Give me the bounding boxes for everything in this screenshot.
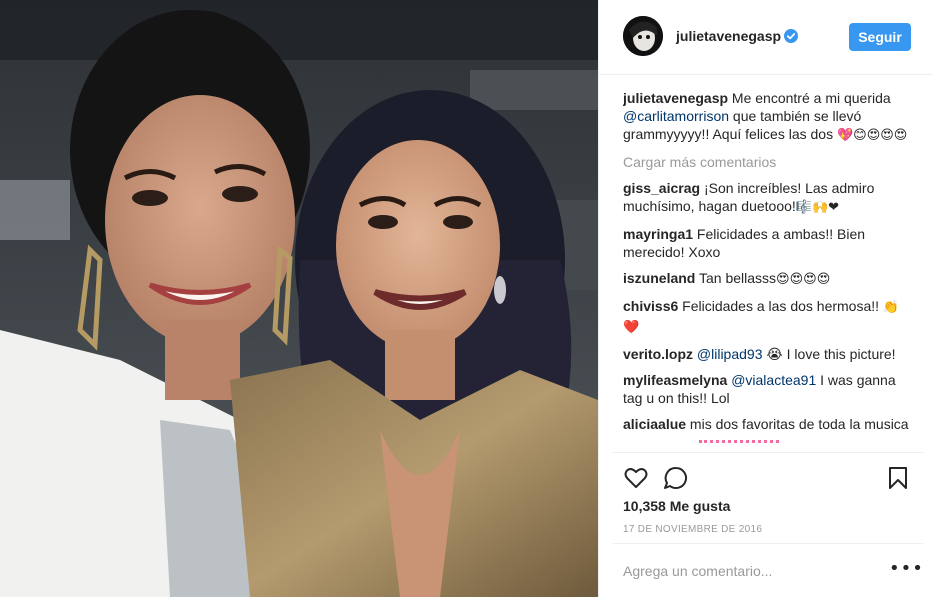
caption-emoji: 💖😊😍😍😍 bbox=[836, 128, 908, 143]
caption-username[interactable]: julietavenegasp bbox=[623, 90, 728, 106]
comment-input[interactable] bbox=[623, 560, 873, 582]
post-photo[interactable] bbox=[0, 0, 598, 597]
comment-username[interactable]: iszuneland bbox=[623, 270, 695, 286]
comment-mention[interactable]: @lilipad93 bbox=[697, 346, 763, 362]
comment-username[interactable]: aliciaalue bbox=[623, 416, 686, 432]
avatar[interactable] bbox=[623, 16, 663, 56]
comment-username[interactable]: chiviss6 bbox=[623, 298, 678, 314]
comment: giss_aicrag ¡Son increíbles! Las admiro … bbox=[623, 179, 913, 217]
comment: iszuneland Tan bellasss😍😍😍😍 bbox=[623, 269, 913, 289]
comment-username[interactable]: mayringa1 bbox=[623, 226, 693, 242]
comment-text: Tan bellasss bbox=[695, 270, 777, 286]
follow-button[interactable]: Seguir bbox=[849, 23, 911, 51]
comment: chiviss6 Felicidades a las dos hermosa!!… bbox=[623, 297, 913, 337]
photo-illustration bbox=[0, 0, 598, 597]
comment-username[interactable]: giss_aicrag bbox=[623, 180, 700, 196]
comment-username[interactable]: mylifeasmelyna bbox=[623, 372, 727, 388]
post-header: julietavenegasp Seguir bbox=[599, 0, 933, 75]
likes-count[interactable]: 10,358 Me gusta bbox=[623, 498, 730, 514]
caption: julietavenegasp Me encontré a mi querida… bbox=[623, 89, 913, 145]
instagram-post: julietavenegasp Seguir julietavenegasp M… bbox=[0, 0, 933, 597]
action-bar bbox=[613, 452, 923, 502]
avatar-image bbox=[623, 16, 663, 56]
heart-icon[interactable] bbox=[623, 465, 649, 491]
comment-emoji: 🎼🙌❤ bbox=[795, 200, 840, 215]
comment: verito.lopz @lilipad93 😭 I love this pic… bbox=[623, 345, 913, 363]
add-comment-bar: ••• bbox=[613, 543, 923, 597]
comment-text: Felicidades a las dos hermosa!! bbox=[678, 298, 883, 314]
caption-text-1: Me encontré a mi querida bbox=[728, 90, 891, 106]
comments-list: julietavenegasp Me encontré a mi querida… bbox=[623, 89, 913, 444]
bookmark-icon[interactable] bbox=[885, 465, 911, 491]
caption-mention[interactable]: @carlitamorrison bbox=[623, 108, 729, 124]
post-date: 17 DE NOVIEMBRE DE 2016 bbox=[623, 524, 763, 535]
comment: mayringa1 Felicidades a ambas!! Bien mer… bbox=[623, 225, 913, 261]
comment-bubble-icon[interactable] bbox=[663, 465, 689, 491]
comment-text: 😭 I love this picture! bbox=[762, 346, 896, 362]
comment: aliciaalue mis dos favoritas de toda la … bbox=[623, 415, 913, 433]
comment-text: mis dos favoritas de toda la musica bbox=[686, 416, 909, 432]
post-details-panel: julietavenegasp Seguir julietavenegasp M… bbox=[598, 0, 933, 597]
comment-emoji: 😍😍😍😍 bbox=[776, 272, 831, 287]
verified-badge-icon bbox=[784, 29, 798, 43]
scroll-fade-indicator bbox=[699, 440, 779, 446]
comment-username[interactable]: verito.lopz bbox=[623, 346, 693, 362]
more-options-icon[interactable]: ••• bbox=[889, 558, 924, 579]
comment: mylifeasmelyna @vialactea91 I was ganna … bbox=[623, 371, 913, 407]
load-more-comments[interactable]: Cargar más comentarios bbox=[623, 153, 913, 171]
comment-mention[interactable]: @vialactea91 bbox=[731, 372, 816, 388]
header-username[interactable]: julietavenegasp bbox=[676, 28, 781, 44]
